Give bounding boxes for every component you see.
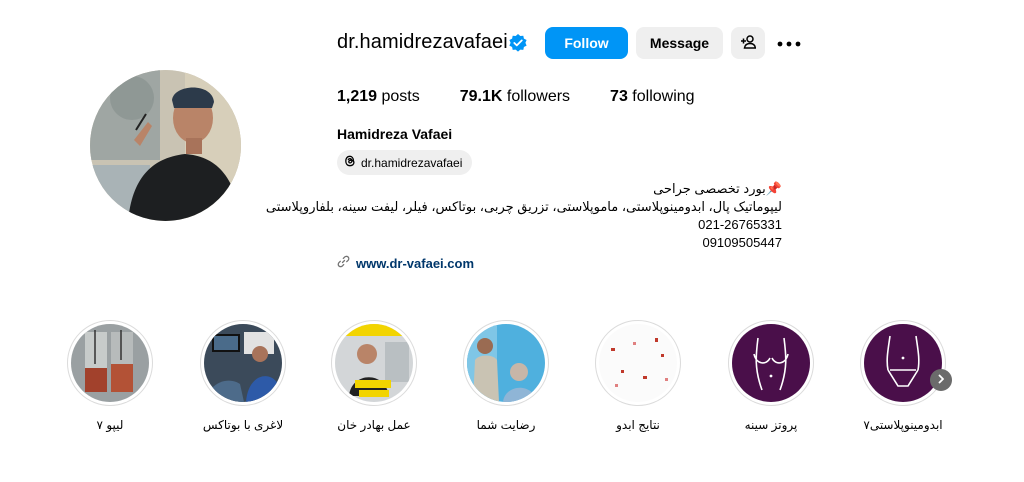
highlight-label: نتایج ابدو: [616, 418, 660, 432]
followers-label: followers: [506, 88, 571, 105]
suggest-similar-button[interactable]: [731, 27, 765, 59]
highlight-cover-image: [599, 324, 677, 402]
website-url: www.dr-vafaei.com: [356, 255, 474, 271]
highlight-cover-ring: [463, 320, 549, 406]
profile-username: dr.hamidrezavafaei: [337, 31, 508, 53]
highlight-cover-ring: [860, 320, 946, 406]
highlight-cover-image: [732, 324, 810, 402]
following-label: following: [632, 88, 695, 105]
highlight-item[interactable]: نتایج ابدو: [583, 320, 693, 432]
posts-count: 1,219: [337, 88, 378, 105]
highlight-label: لاغری با بوتاکس: [202, 418, 284, 432]
bio-line-specialty: 📌بورد تخصصی جراحی: [653, 181, 782, 196]
highlight-label: ابدومینوپلاستی۷: [863, 418, 943, 432]
message-button[interactable]: Message: [636, 27, 723, 59]
highlight-label: پروتز سینه: [744, 418, 798, 432]
posts-label: posts: [381, 88, 420, 105]
chevron-right-icon: [936, 371, 946, 389]
following-count: 73: [610, 88, 628, 105]
followers-stat[interactable]: 79.1K followers: [460, 88, 570, 106]
more-options-icon: [777, 34, 801, 52]
following-stat[interactable]: 73 following: [610, 88, 695, 106]
highlight-cover-ring: [200, 320, 286, 406]
highlight-cover-ring: [331, 320, 417, 406]
highlight-item[interactable]: لیپو ۷: [55, 320, 165, 432]
profile-full-name: Hamidreza Vafaei: [337, 126, 453, 142]
threads-icon: [343, 154, 361, 171]
highlight-label: رضایت شما: [476, 418, 536, 432]
story-highlights: لیپو ۷ لاغری با بوتاکس عمل بهادر خان رضا…: [0, 320, 1024, 440]
highlight-label: عمل بهادر خان: [337, 418, 411, 432]
profile-bio: 📌بورد تخصصی جراحی لیپوماتیک پال، ابدومین…: [266, 180, 782, 252]
highlight-cover-ring: [595, 320, 681, 406]
highlight-label: لیپو ۷: [96, 418, 124, 432]
highlight-item[interactable]: پروتز سینه: [716, 320, 826, 432]
more-options-button[interactable]: [775, 31, 803, 55]
highlight-cover-image: [864, 324, 942, 402]
website-link[interactable]: www.dr-vafaei.com: [337, 255, 474, 271]
threads-handle: dr.hamidrezavafaei: [361, 155, 463, 170]
link-icon: [337, 255, 356, 271]
bio-line-services: لیپوماتیک پال، ابدومینوپلاستی، ماموپلاست…: [265, 199, 782, 214]
verified-badge-icon: [508, 33, 528, 53]
followers-count: 79.1K: [459, 88, 503, 105]
profile-stats: 1,219 posts 79.1K followers 73 following: [337, 88, 735, 106]
highlight-item[interactable]: رضایت شما: [451, 320, 561, 432]
highlight-item[interactable]: عمل بهادر خان: [319, 320, 429, 432]
highlight-cover-image: [335, 324, 413, 402]
profile-avatar[interactable]: [90, 70, 241, 221]
posts-stat: 1,219 posts: [337, 88, 420, 106]
highlight-cover-image: [204, 324, 282, 402]
highlight-item[interactable]: لاغری با بوتاکس: [188, 320, 298, 432]
bio-phone-1: 021-26765331: [698, 217, 782, 232]
highlight-cover-ring: [67, 320, 153, 406]
highlight-cover-ring: [728, 320, 814, 406]
bio-phone-2: 09109505447: [702, 235, 782, 250]
highlight-cover-image: [71, 324, 149, 402]
add-user-icon: [740, 34, 757, 53]
follow-button[interactable]: Follow: [545, 27, 628, 59]
highlight-cover-image: [467, 324, 545, 402]
threads-link[interactable]: dr.hamidrezavafaei: [337, 150, 473, 175]
highlights-next-button[interactable]: [930, 369, 952, 391]
